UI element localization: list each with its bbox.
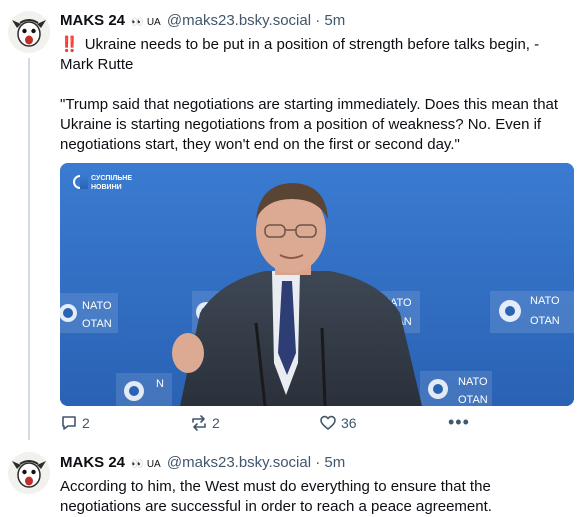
post[interactable]: MAKS 24 👀 UA @maks23.bsky.social · 5m ‼️… <box>0 0 578 440</box>
avatar[interactable] <box>8 11 50 53</box>
post-text: Ukraine needs to be put in a position of… <box>60 36 559 153</box>
country-tag: UA <box>146 459 161 470</box>
post-text: According to him, the West must do every… <box>60 478 495 515</box>
author-handle[interactable]: @maks23.bsky.social <box>167 454 311 471</box>
eyes-emoji-icon: 👀 <box>131 17 143 28</box>
post-header: MAKS 24 👀 UA @maks23.bsky.social · 5m <box>60 11 568 33</box>
country-tag: UA <box>146 17 161 28</box>
thread-line <box>28 58 30 440</box>
post-header: MAKS 24 👀 UA @maks23.bsky.social · 5m <box>60 453 568 475</box>
eyes-emoji-icon: 👀 <box>131 459 143 470</box>
post-time[interactable]: 5m <box>324 454 345 471</box>
author-handle[interactable]: @maks23.bsky.social <box>167 12 311 29</box>
author-name[interactable]: MAKS 24 <box>60 12 125 29</box>
double-exclamation-icon: ‼️ <box>60 36 79 53</box>
post-image[interactable]: NATO OTAN NATO OTAN NATO OTAN <box>60 163 574 406</box>
post-text-block: ‼️ Ukraine needs to be put in a position … <box>60 35 570 155</box>
more-options-button[interactable]: ••• <box>448 412 470 433</box>
otan-text: OTAN <box>530 315 560 327</box>
reply-count: 2 <box>82 415 90 431</box>
reply-icon <box>62 416 76 430</box>
otan-text: OTAN <box>82 318 112 330</box>
nato-text: NATO <box>530 295 560 307</box>
channel-label-line2: НОВИНИ <box>91 184 122 191</box>
otan-text: OTAN <box>458 394 488 406</box>
avatar[interactable] <box>8 452 50 494</box>
channel-label-line1: СУСПІЛЬНЕ <box>91 175 132 182</box>
heart-icon <box>320 415 336 430</box>
nato-logo-tile: NATO OTAN <box>420 371 492 406</box>
nato-text: NATO <box>458 376 488 388</box>
press-conference-photo: NATO OTAN NATO OTAN NATO OTAN <box>60 163 574 406</box>
nato-logo-tile: NATO OTAN <box>60 293 118 333</box>
like-button[interactable]: 36 <box>319 414 357 432</box>
like-count: 36 <box>341 415 357 431</box>
repost-button[interactable]: 2 <box>190 414 220 432</box>
nato-logo-tile: NATO OTAN <box>490 291 574 333</box>
separator-dot: · <box>315 454 321 471</box>
repost-icon <box>192 415 206 431</box>
repost-count: 2 <box>212 415 220 431</box>
svg-text:N: N <box>156 378 164 390</box>
post[interactable]: MAKS 24 👀 UA @maks23.bsky.social · 5m Ac… <box>0 448 578 517</box>
post-actions: 2 2 36 ••• <box>60 412 570 436</box>
author-name[interactable]: MAKS 24 <box>60 454 125 471</box>
reply-button[interactable]: 2 <box>60 414 90 432</box>
post-time[interactable]: 5m <box>324 12 345 29</box>
nato-text: NATO <box>82 300 112 312</box>
more-options-icon: ••• <box>448 412 470 432</box>
nato-logo-tile: N <box>116 373 172 406</box>
separator-dot: · <box>315 12 321 29</box>
